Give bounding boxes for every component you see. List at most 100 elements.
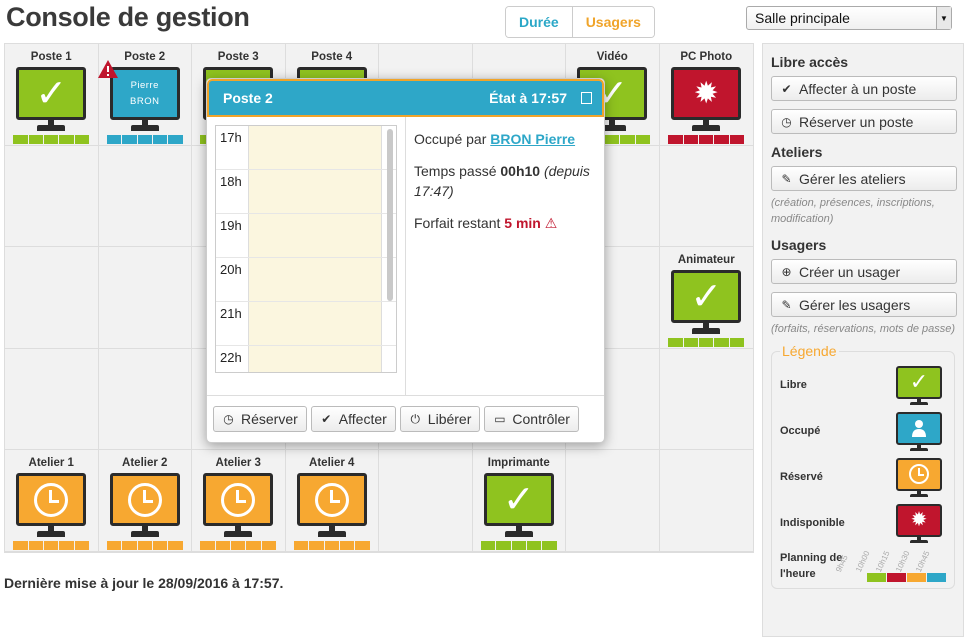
station-atelier-2[interactable]: Atelier 2 (98, 450, 192, 552)
monitor[interactable]: Pierre BRON (97, 60, 183, 144)
monitor[interactable] (106, 473, 183, 551)
pencil-icon: ✎ (781, 171, 792, 186)
clock-icon (34, 482, 69, 517)
monitor[interactable]: ✓ (13, 67, 90, 144)
legend-indisponible: Indisponible ✹ (778, 500, 948, 546)
planning-bar (668, 135, 745, 144)
hour-label: 17h (216, 126, 249, 169)
station-name: Imprimante (487, 457, 550, 470)
view-toggle[interactable]: Durée Usagers (505, 6, 655, 38)
assign-label: Affecter (338, 411, 387, 427)
monitor[interactable]: ✹ (668, 67, 745, 144)
monitor[interactable] (200, 473, 277, 551)
hour-row[interactable]: 18h (216, 170, 396, 214)
user-link[interactable]: BRON Pierre (490, 131, 575, 147)
usagers-title: Usagers (771, 237, 827, 253)
empty-cell (5, 145, 99, 248)
schedule-scrollbar[interactable] (387, 129, 393, 301)
empty-cell (659, 146, 753, 248)
hour-slot[interactable] (249, 258, 382, 301)
check-icon: ✓ (909, 369, 929, 394)
empty-cell (98, 348, 192, 451)
screen-user-name: Pierre BRON (130, 79, 160, 107)
assign-station-label: Affecter à un poste (799, 80, 917, 97)
hour-row[interactable]: 19h (216, 214, 396, 258)
planning-bar (293, 541, 370, 551)
hour-slot[interactable] (249, 214, 382, 257)
station-name: Atelier 1 (28, 457, 74, 470)
control-button[interactable]: ▭ Contrôler (484, 406, 579, 432)
clock-icon: ◷ (781, 114, 792, 129)
hour-row[interactable]: 17h (216, 126, 396, 170)
toggle-usagers[interactable]: Usagers (572, 7, 654, 37)
hour-slot[interactable] (249, 126, 382, 169)
manage-users-button[interactable]: ✎ Gérer les usagers (771, 292, 957, 317)
hour-slot[interactable] (249, 346, 382, 372)
station-pc-photo[interactable]: PC Photo ✹ (659, 44, 753, 146)
gear-icon: ✹ (910, 509, 928, 531)
pencil-icon: ✎ (781, 297, 792, 312)
legend-indisponible-label: Indisponible (780, 517, 845, 529)
ateliers-note: (création, présences, inscriptions, modi… (771, 197, 935, 225)
warning-icon (97, 60, 118, 78)
last-update: Dernière mise à jour le 28/09/2016 à 17:… (4, 575, 284, 591)
empty-cell (659, 450, 753, 552)
clock-icon (909, 464, 929, 484)
monitor[interactable]: ✓ (480, 473, 557, 551)
assign-station-button[interactable]: ✔ Affecter à un poste (771, 76, 957, 101)
monitor[interactable] (293, 473, 370, 551)
station-atelier-1[interactable]: Atelier 1 (5, 450, 99, 552)
station-name: Poste 3 (217, 51, 259, 63)
station-name: Atelier 3 (215, 457, 261, 470)
station-poste-1[interactable]: Poste 1 ✓ (5, 44, 99, 146)
check-icon: ✓ (502, 478, 535, 521)
calendar-icon[interactable] (581, 92, 592, 104)
hour-label: 18h (216, 170, 249, 213)
check-icon: ✓ (690, 275, 723, 318)
station-atelier-4[interactable]: Atelier 4 (285, 450, 379, 552)
hour-slot[interactable] (249, 302, 382, 345)
create-user-button[interactable]: ⊕ Créer un usager (771, 259, 957, 284)
hour-slot[interactable] (249, 170, 382, 213)
usagers-note: (forfaits, réservations, mots de passe) (771, 323, 956, 335)
gear-icon: ✹ (693, 76, 719, 110)
legend-libre-label: Libre (780, 379, 807, 391)
forfait-label: Forfait restant (414, 215, 501, 231)
station-imprimante[interactable]: Imprimante ✓ (472, 450, 566, 552)
reserve-label: Réserver (241, 411, 298, 427)
station-animateur[interactable]: Animateur ✓ (659, 247, 753, 349)
planning-bar (13, 135, 90, 144)
reserve-station-button[interactable]: ◷ Réserver un poste (771, 109, 957, 134)
room-select[interactable]: Salle principale ▼ (746, 6, 952, 30)
station-atelier-3[interactable]: Atelier 3 (192, 450, 286, 552)
schedule-list[interactable]: 17h 18h 19h 20h 21h 22h (215, 125, 397, 373)
page-title: Console de gestion (6, 2, 250, 32)
reserve-station-label: Réserver un poste (799, 113, 914, 130)
release-button[interactable]: ⏻ Libérer (399, 406, 481, 432)
clock-icon: ◷ (223, 412, 234, 426)
popup-header: Poste 2 État à 17:57 (207, 79, 604, 117)
planning-bar (106, 135, 183, 144)
assign-button[interactable]: ✔ Affecter (310, 406, 396, 432)
clock-icon (127, 482, 162, 517)
monitor[interactable] (13, 473, 90, 551)
manage-workshops-button[interactable]: ✎ Gérer les ateliers (771, 166, 957, 191)
station-name: Atelier 4 (309, 457, 355, 470)
release-label: Libérer (427, 411, 472, 427)
toggle-duree[interactable]: Durée (506, 7, 573, 37)
station-poste-2[interactable]: Poste 2 Pierre BRON (97, 44, 192, 146)
hour-row[interactable]: 20h (216, 258, 396, 302)
empty-cell (659, 349, 753, 451)
legend-reserve-label: Réservé (780, 471, 823, 483)
station-name: Poste 1 (30, 51, 72, 63)
empty-cell (98, 145, 192, 248)
monitor[interactable]: ✓ (668, 270, 745, 348)
hour-row[interactable]: 22h (216, 346, 396, 372)
station-info: Occupé par BRON Pierre Temps passé 00h10… (406, 117, 604, 395)
hour-row[interactable]: 21h (216, 302, 396, 346)
station-name: PC Photo (680, 51, 733, 63)
empty-cell (5, 348, 99, 451)
schedule-panel: 17h 18h 19h 20h 21h 22h (207, 117, 406, 395)
check-icon: ✓ (35, 72, 68, 115)
reserve-button[interactable]: ◷ Réserver (213, 406, 307, 432)
